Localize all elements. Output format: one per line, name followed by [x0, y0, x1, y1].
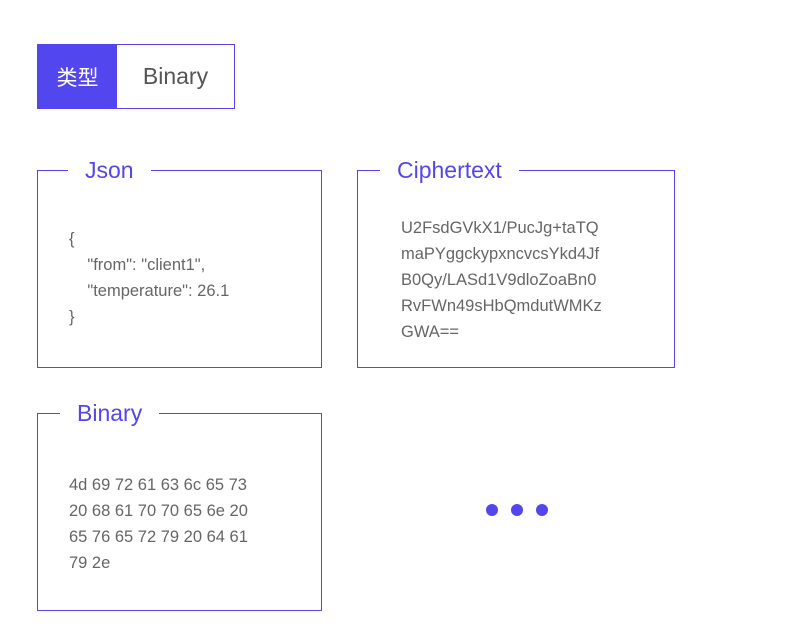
ciphertext-panel: Ciphertext U2FsdGVkX1/PucJg+taTQ maPYggc…: [357, 155, 675, 368]
json-panel-title: Json: [68, 155, 151, 185]
json-panel-content: { "from": "client1", "temperature": 26.1…: [69, 230, 230, 326]
dot-icon: [511, 504, 523, 516]
binary-panel-content: 4d 69 72 61 63 6c 65 73 20 68 61 70 70 6…: [69, 476, 248, 572]
ciphertext-panel-content: U2FsdGVkX1/PucJg+taTQ maPYggckypxncvcsYk…: [401, 219, 602, 341]
type-value[interactable]: Binary: [117, 45, 234, 108]
json-panel: Json { "from": "client1", "temperature":…: [37, 155, 322, 368]
type-label: 类型: [38, 45, 117, 108]
ciphertext-panel-title: Ciphertext: [380, 155, 519, 185]
dot-icon: [536, 504, 548, 516]
ellipsis-icon: [486, 504, 548, 516]
dot-icon: [486, 504, 498, 516]
binary-panel-title: Binary: [60, 398, 160, 428]
type-selector[interactable]: 类型 Binary: [37, 44, 235, 109]
binary-panel: Binary 4d 69 72 61 63 6c 65 73 20 68 61 …: [37, 398, 322, 611]
